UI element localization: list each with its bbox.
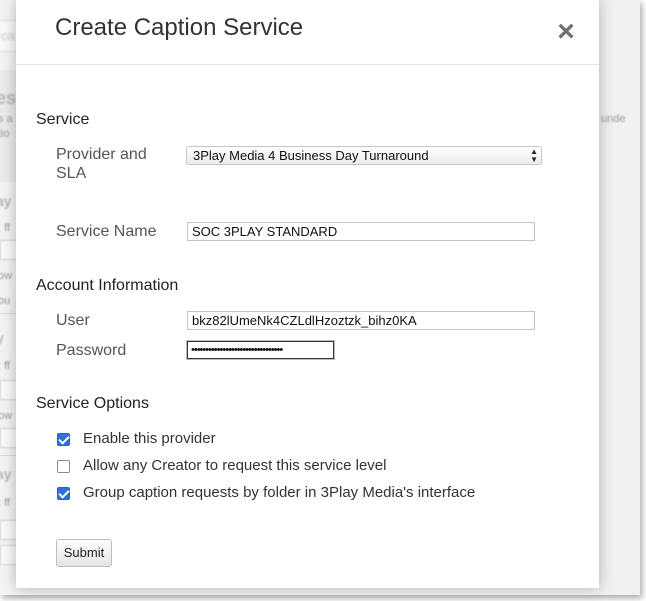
account-section-title: Account Information xyxy=(36,277,179,294)
close-icon[interactable]: × xyxy=(553,17,579,47)
background-right-panel xyxy=(598,0,640,595)
provider-select[interactable]: 3Play Media 4 Business Day Turnaround ▲ ▼ xyxy=(186,146,542,165)
submit-button[interactable]: Submit xyxy=(56,539,112,567)
modal-header: Create Caption Service × xyxy=(16,0,599,65)
password-input[interactable]: •••••••••••••••••••••••••••••••• xyxy=(186,340,335,360)
background-text: ay xyxy=(0,466,12,482)
modal-title: Create Caption Service xyxy=(55,14,304,41)
provider-select-value: 3Play Media 4 Business Day Turnaround xyxy=(193,148,429,163)
group-by-folder-checkbox[interactable] xyxy=(57,487,70,500)
background-text: unde xyxy=(601,113,626,125)
background-text: : ff xyxy=(0,360,11,372)
provider-label: Provider and SLA xyxy=(56,146,147,182)
background-text: y xyxy=(0,330,4,346)
group-by-folder-label[interactable]: Group caption requests by folder in 3Pla… xyxy=(83,484,475,501)
background-text: ow xyxy=(0,410,13,422)
options-section-title: Service Options xyxy=(36,395,149,412)
background-text: tio xyxy=(0,128,10,140)
background-divider xyxy=(0,455,16,456)
service-name-label: Service Name xyxy=(56,223,157,240)
background-heading: es xyxy=(0,88,17,108)
allow-creator-label[interactable]: Allow any Creator to request this servic… xyxy=(83,457,386,474)
user-label: User xyxy=(56,312,90,329)
background-text: : ff xyxy=(0,497,11,509)
user-input[interactable]: bkz82lUmeNk4CZLdlHzoztzk_bihz0KA xyxy=(187,311,535,330)
background-text: ow xyxy=(0,270,13,282)
enable-provider-label[interactable]: Enable this provider xyxy=(83,430,216,447)
select-arrows-icon: ▲ ▼ xyxy=(530,147,538,164)
background-text: : ff xyxy=(0,222,11,234)
allow-creator-checkbox[interactable] xyxy=(57,460,70,473)
background-text: s a xyxy=(0,113,13,125)
background-text: ay xyxy=(0,193,12,209)
create-caption-service-modal: Create Caption Service × Service Provide… xyxy=(16,0,599,588)
enable-provider-checkbox[interactable] xyxy=(57,433,70,446)
password-label: Password xyxy=(56,342,127,359)
background-divider xyxy=(0,313,16,314)
background-text: ou xyxy=(0,295,11,307)
service-section-title: Service xyxy=(36,111,90,128)
service-name-input[interactable]: SOC 3PLAY STANDARD xyxy=(187,222,535,241)
